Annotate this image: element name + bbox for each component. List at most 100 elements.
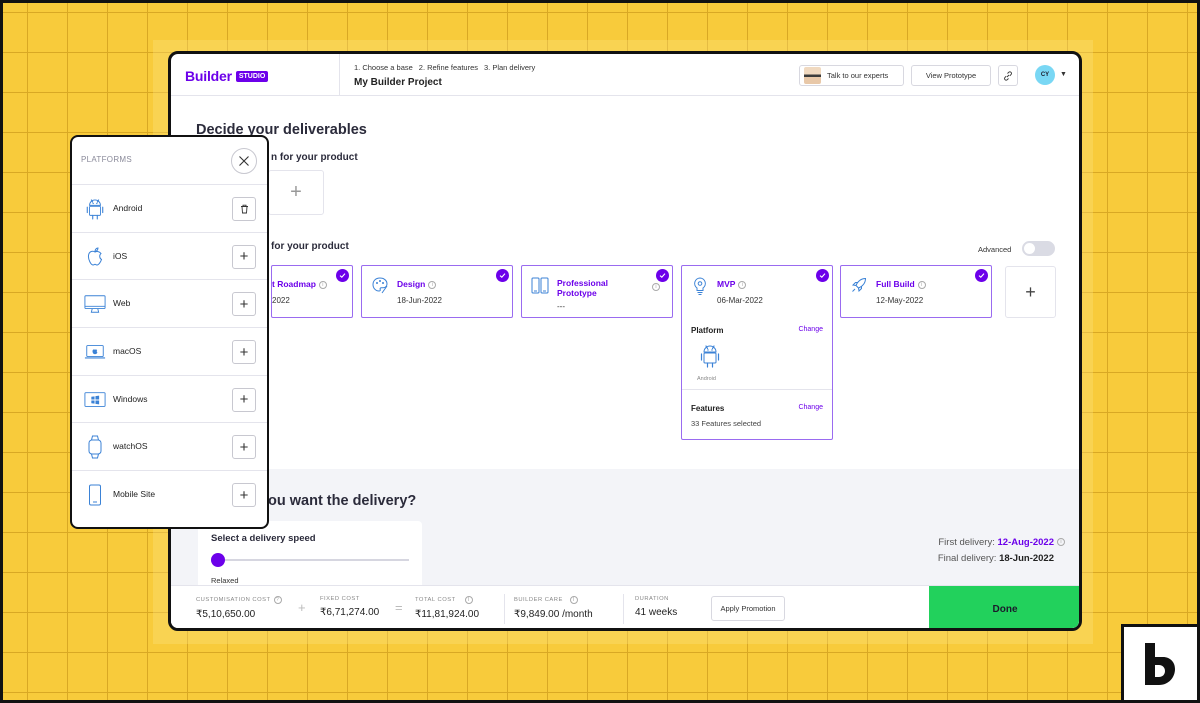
speed-slider-track[interactable] (217, 559, 409, 561)
advanced-toggle[interactable] (1022, 241, 1055, 256)
fixed-cost-value: ₹6,71,274.00 (320, 607, 380, 618)
phase-date: 2022 (272, 296, 290, 305)
check-icon[interactable] (816, 269, 829, 282)
builder-care: BUILDER CARE i ₹9,849.00 /month (514, 596, 593, 620)
check-icon[interactable] (496, 269, 509, 282)
chevron-down-icon[interactable]: ▼ (1060, 71, 1067, 78)
talk-to-experts-button[interactable]: Talk to our experts (799, 65, 904, 86)
apply-promotion-button[interactable]: Apply Promotion (711, 596, 785, 621)
info-icon[interactable]: i (569, 596, 578, 604)
platform-row-windows[interactable]: Windows + (72, 376, 267, 424)
project-name[interactable]: My Builder Project (354, 77, 442, 88)
share-link-button[interactable] (998, 65, 1018, 86)
phase-title: Design i (397, 279, 437, 290)
delivery-speed-box: Select a delivery speed Relaxed (198, 521, 422, 591)
platform-name: macOS (113, 346, 142, 357)
check-icon[interactable] (336, 269, 349, 282)
phase-title-text: Full Build (876, 279, 915, 289)
plus-sign: + (298, 600, 306, 615)
add-phase-tile[interactable]: + (1005, 266, 1056, 318)
fixed-cost-label: FIXED COST (320, 596, 360, 602)
view-prototype-button[interactable]: View Prototype (911, 65, 991, 86)
total-cost-value: ₹11,81,924.00 (415, 609, 480, 620)
final-delivery-date: 18-Jun-2022 (999, 553, 1054, 564)
info-icon[interactable]: i (318, 280, 327, 289)
add-platform-button[interactable]: + (232, 292, 256, 317)
add-platform-tile[interactable]: + (268, 170, 324, 215)
builder-logo[interactable]: Builder STUDIO (185, 68, 269, 84)
platform-row-macos[interactable]: macOS + (72, 328, 267, 376)
divider (623, 594, 624, 624)
remove-platform-button[interactable] (232, 197, 256, 221)
final-delivery-label: Final delivery: (937, 553, 1000, 564)
change-platform-link[interactable]: Change (798, 326, 823, 333)
delivery-title: ou want the delivery? (268, 493, 417, 509)
change-features-link[interactable]: Change (798, 404, 823, 411)
info-icon[interactable]: i (917, 280, 926, 289)
phase-card-roadmap[interactable]: t Roadmap i 2022 (271, 265, 353, 318)
speed-value: Relaxed (211, 576, 239, 585)
apple-icon (84, 245, 106, 269)
customisation-cost-label-row: CUSTOMISATION COST? (196, 596, 282, 604)
add-platform-button[interactable]: + (232, 340, 256, 365)
info-icon[interactable]: i (652, 283, 660, 291)
platform-row-web[interactable]: Web + (72, 280, 267, 329)
android-icon (699, 343, 721, 374)
step-refine-features[interactable]: 2. Refine features (419, 63, 478, 72)
add-platform-button[interactable]: + (232, 483, 256, 508)
lightbulb-gear-icon (691, 276, 709, 301)
platform-name: Windows (113, 393, 148, 404)
delivery-section: ou want the delivery? Select a delivery … (171, 469, 1079, 599)
done-button[interactable]: Done (929, 586, 1079, 628)
close-button[interactable] (231, 148, 257, 174)
step-choose-base[interactable]: 1. Choose a base (354, 63, 413, 72)
builder-b-logo (1121, 624, 1200, 703)
info-icon[interactable]: i (738, 280, 747, 289)
phase-card-full-build[interactable]: Full Build i 12-May-2022 (840, 265, 992, 318)
add-platform-button[interactable]: + (232, 387, 256, 412)
add-platform-button[interactable]: + (232, 435, 256, 460)
total-cost: TOTAL COST i ₹11,81,924.00 (415, 596, 479, 620)
builder-care-value: ₹9,849.00 /month (514, 609, 593, 620)
phase-title: Professional Prototype (557, 278, 645, 298)
platform-name: Web (113, 298, 131, 309)
customisation-cost-label: CUSTOMISATION COST (196, 597, 271, 603)
check-icon[interactable] (975, 269, 988, 282)
step-plan-delivery[interactable]: 3. Plan delivery (484, 63, 535, 72)
mvp-platform-name: Android (697, 376, 716, 382)
check-icon[interactable] (656, 269, 669, 282)
phase-date: --- (557, 302, 565, 311)
speed-slider-thumb[interactable] (211, 553, 225, 567)
trash-icon (240, 204, 248, 214)
divider (682, 389, 832, 390)
laptop-apple-icon (84, 340, 106, 364)
fixed-cost: FIXED COST ₹6,71,274.00 (320, 596, 379, 618)
total-cost-label-row: TOTAL COST i (415, 596, 479, 604)
platforms-panel-title: PLATFORMS (81, 155, 133, 164)
mvp-features-label: Features (691, 404, 725, 413)
platform-name: iOS (113, 250, 128, 261)
phase-date: 18-Jun-2022 (397, 296, 442, 305)
user-avatar[interactable]: CY (1035, 65, 1055, 85)
phase-title: t Roadmap i (272, 279, 327, 290)
desktop-icon (84, 292, 106, 316)
logo-badge: STUDIO (235, 70, 269, 82)
platform-row-ios[interactable]: iOS + (72, 233, 267, 281)
platform-row-watchos[interactable]: watchOS + (72, 423, 267, 472)
main-content: Decide your deliverables n for your prod… (171, 97, 1079, 599)
info-icon[interactable]: i (428, 280, 437, 289)
palette-icon (371, 276, 389, 299)
equals-sign: = (395, 600, 403, 615)
info-icon[interactable]: i (1057, 538, 1065, 547)
phase-card-design[interactable]: Design i 18-Jun-2022 (361, 265, 513, 318)
phases-heading: for your product (271, 241, 349, 252)
info-icon[interactable]: i (464, 596, 473, 604)
total-cost-label: TOTAL COST (415, 597, 456, 603)
platform-row-android[interactable]: Android (72, 185, 267, 233)
help-icon[interactable]: ? (273, 596, 282, 604)
platform-row-mobile-site[interactable]: Mobile Site + (72, 471, 267, 519)
windows-icon (84, 388, 106, 412)
add-platform-button[interactable]: + (232, 244, 256, 269)
phase-card-mvp[interactable]: MVP i 06-Mar-2022 Platform Change Android… (681, 265, 833, 440)
phase-card-prototype[interactable]: Professional Prototype i --- (521, 265, 673, 318)
